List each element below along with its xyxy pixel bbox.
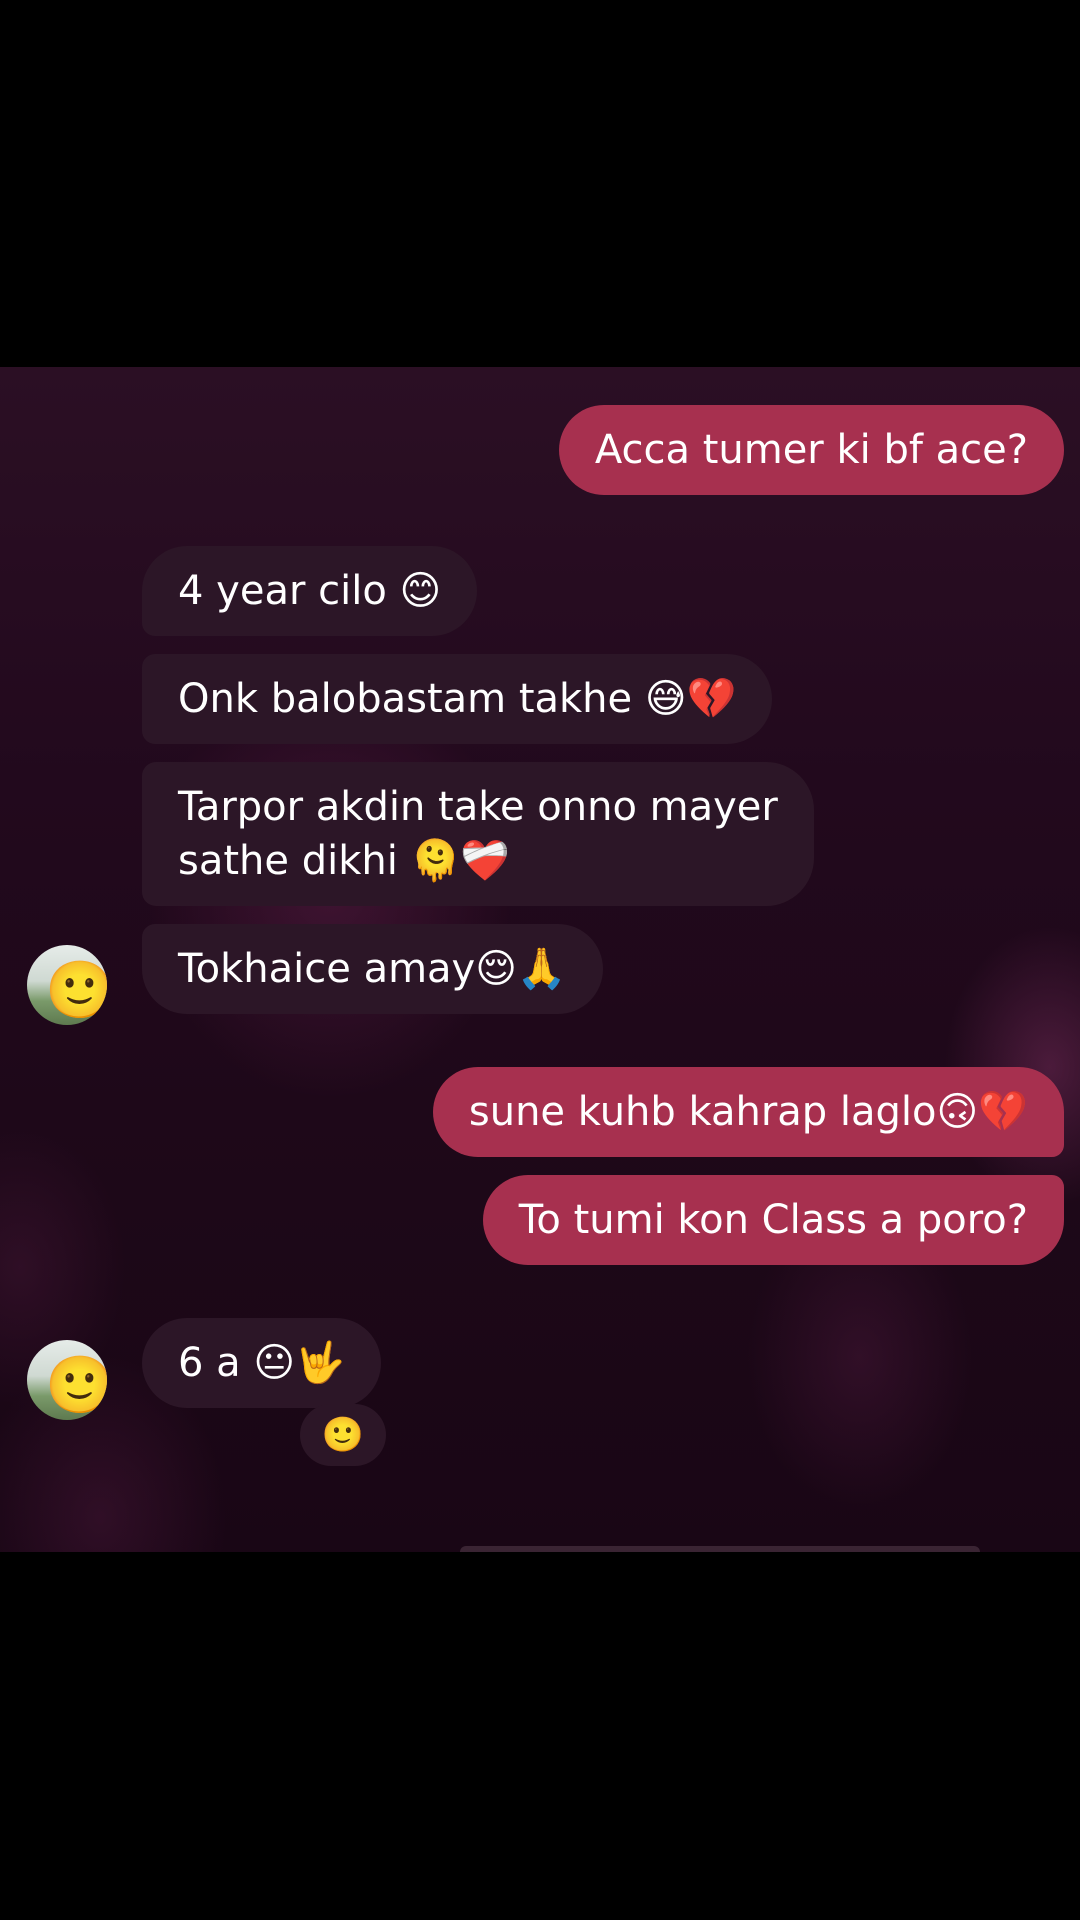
message-incoming[interactable]: 6 a 😐🤟 — [142, 1318, 381, 1408]
reaction-emoji-icon: 🙂 — [321, 1415, 365, 1455]
message-reaction[interactable]: 🙂 — [300, 1404, 386, 1466]
avatar-emoji-icon: 🙂 — [45, 1353, 107, 1418]
message-text: Acca tumer ki bf ace? — [594, 427, 1028, 473]
message-outgoing[interactable]: Acca tumer ki bf ace? — [558, 405, 1064, 495]
message-text-line: Tarpor akdin take onno mayer — [178, 784, 778, 830]
message-outgoing[interactable]: To tumi kon Class a poro? — [482, 1175, 1064, 1265]
message-text: Tokhaice amay😌🙏 — [178, 946, 567, 992]
message-text: To tumi kon Class a poro? — [518, 1197, 1028, 1243]
avatar-emoji-icon: 🙂 — [45, 958, 107, 1023]
chat-thread[interactable]: Acca tumer ki bf ace? 4 year cilo 😊 Onk … — [0, 367, 1080, 1552]
message-text-line: sathe dikhi 🫠❤️‍🩹 — [178, 838, 511, 884]
message-text: 4 year cilo 😊 — [178, 568, 442, 614]
message-incoming[interactable]: 4 year cilo 😊 — [142, 546, 478, 636]
composer-edge — [460, 1546, 980, 1552]
message-outgoing[interactable]: sune kuhb kahrap laglo🙃💔 — [432, 1067, 1064, 1157]
message-incoming[interactable]: Tarpor akdin take onno mayer sathe dikhi… — [142, 762, 814, 906]
screen: Acca tumer ki bf ace? 4 year cilo 😊 Onk … — [0, 0, 1080, 1920]
message-text: sune kuhb kahrap laglo🙃💔 — [468, 1089, 1028, 1135]
message-text: 6 a 😐🤟 — [178, 1340, 345, 1386]
contact-avatar[interactable]: 🙂 — [27, 945, 107, 1025]
message-incoming[interactable]: Tokhaice amay😌🙏 — [142, 924, 603, 1014]
contact-avatar[interactable]: 🙂 — [27, 1340, 107, 1420]
message-text: Onk balobastam takhe 😅💔 — [178, 676, 737, 722]
message-incoming[interactable]: Onk balobastam takhe 😅💔 — [142, 654, 773, 744]
